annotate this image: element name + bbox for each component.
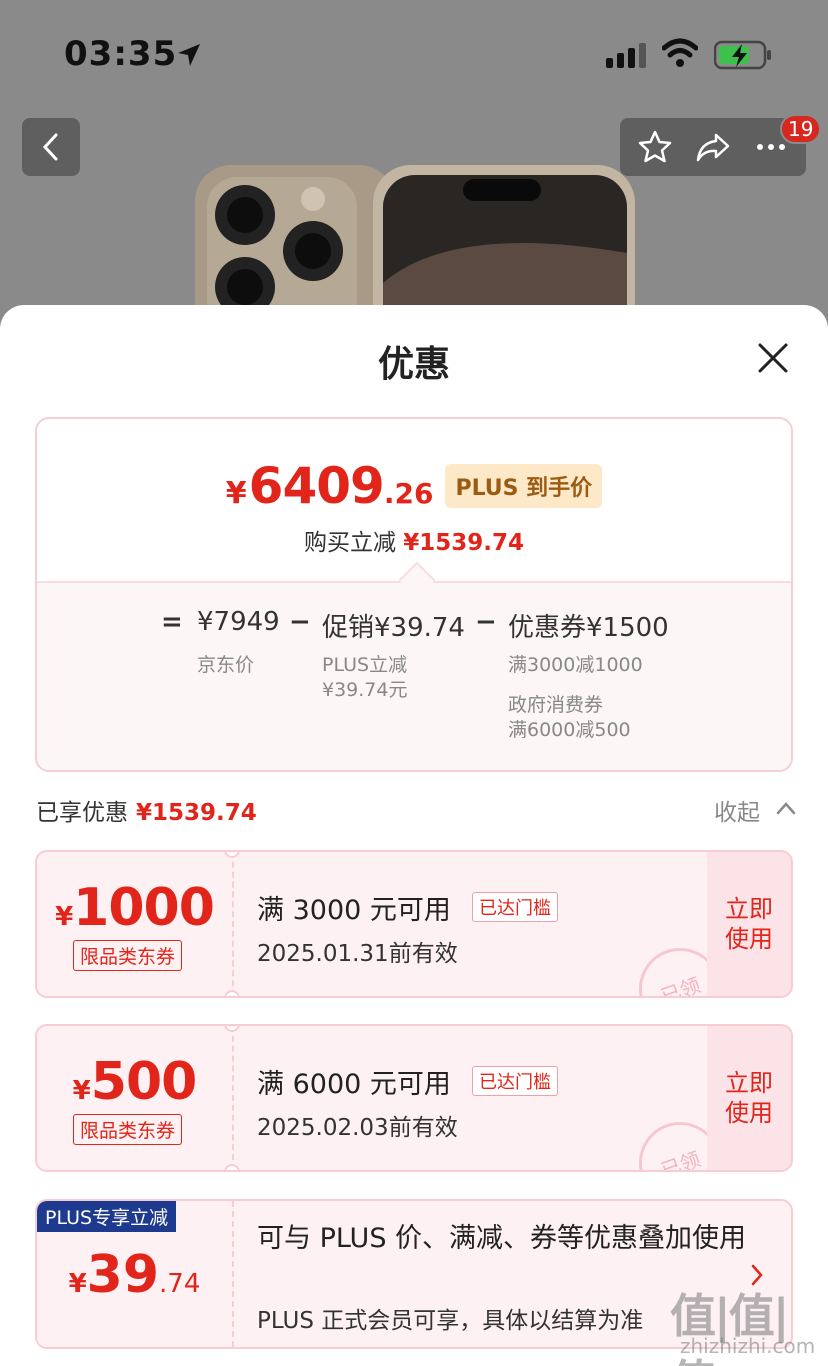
enjoyed-value: ¥1539.74	[136, 800, 257, 826]
use-now-button[interactable]: 立即使用	[724, 894, 774, 954]
coupon-notch-bottom	[224, 990, 240, 996]
status-time: 03:35	[64, 34, 178, 74]
promo-value: 促销¥39.74	[322, 613, 465, 643]
coupon-sub-3: 满6000减500	[508, 719, 631, 741]
coupon-sub-2: 政府消费券	[508, 694, 604, 716]
coupon-expiry: 2025.02.03前有效	[257, 1115, 458, 1141]
jd-price-label: 京东价	[197, 654, 255, 676]
plus-amount-integer: 39	[86, 1245, 160, 1305]
chevron-left-icon	[42, 133, 58, 161]
enjoyed-discount-row: 已享优惠 ¥1539.74	[36, 793, 257, 827]
plus-note: PLUS 正式会员可享，具体以结算为准	[257, 1308, 644, 1334]
chevron-up-icon[interactable]	[776, 801, 796, 815]
coupon-sub-1: 满3000减1000	[508, 654, 643, 676]
coupon-amount: ¥500	[37, 1052, 232, 1112]
back-button[interactable]	[22, 118, 80, 176]
use-now-button[interactable]: 立即使用	[724, 1068, 774, 1128]
cellular-signal-icon	[606, 43, 646, 68]
wifi-icon	[662, 38, 698, 67]
coupon-amount: ¥1000	[37, 878, 232, 938]
use-now-column: 立即使用	[707, 852, 791, 996]
top-action-group	[620, 118, 806, 176]
summary-top: ¥ 6409 .26 PLUS 到手价 购买立减 ¥1539.74	[37, 419, 791, 581]
coupon-notch-top	[224, 852, 240, 858]
final-price: ¥ 6409 .26 PLUS 到手价	[37, 457, 791, 516]
threshold-reached-tag: 已达门槛	[472, 892, 558, 922]
coupon-currency: ¥	[55, 902, 74, 932]
coupon-card[interactable]: ¥1000 限品类东券 满 3000 元可用 已达门槛 2025.01.31前有…	[35, 850, 793, 998]
watermark-site: zhizhizhi.com	[680, 1334, 816, 1358]
coupon-currency: ¥	[72, 1076, 91, 1106]
save-label: 购买立减	[303, 530, 396, 556]
message-badge: 19	[780, 114, 822, 144]
star-icon[interactable]	[637, 129, 673, 165]
plus-divider	[232, 1201, 234, 1347]
price-summary-card: ¥ 6409 .26 PLUS 到手价 购买立减 ¥1539.74 = ¥794…	[35, 417, 793, 772]
equals-sign: =	[161, 607, 183, 637]
plus-discount-amount: ¥39.74	[37, 1245, 232, 1305]
coupon-amount-value: 1000	[73, 878, 215, 938]
plus-exclusive-label: PLUS专享立减	[37, 1201, 177, 1232]
site-watermark: 值|值|值 zhizhizhi.com	[600, 1278, 828, 1366]
close-icon[interactable]	[756, 341, 790, 375]
plus-price-tag: PLUS 到手价	[445, 464, 603, 508]
coupon-condition: 满 6000 元可用	[257, 1069, 451, 1100]
collapse-button[interactable]: 收起	[714, 793, 760, 827]
share-icon[interactable]	[694, 129, 732, 165]
coupon-expiry: 2025.01.31前有效	[257, 941, 458, 967]
coupon-condition: 满 3000 元可用	[257, 895, 451, 926]
battery-icon	[714, 40, 771, 70]
jd-price-value: ¥7949	[197, 607, 280, 637]
plus-amount-decimal: .74	[159, 1269, 201, 1299]
plus-description: 可与 PLUS 价、满减、券等优惠叠加使用	[257, 1223, 747, 1254]
sheet-title: 优惠	[377, 344, 450, 385]
status-bar: 03:35	[0, 0, 828, 110]
coupon-card[interactable]: ¥500 限品类东券 满 6000 元可用 已达门槛 2025.02.03前有效…	[35, 1024, 793, 1172]
enjoyed-label: 已享优惠	[36, 800, 128, 826]
discount-sheet: 优惠 ¥ 6409 .26 PLUS 到手价 购买立减 ¥1539.74 = ¥…	[0, 305, 828, 1366]
price-currency: ¥	[225, 476, 247, 511]
threshold-reached-tag: 已达门槛	[472, 1066, 558, 1096]
coupon-divider	[232, 1026, 234, 1170]
save-value: ¥1539.74	[403, 530, 525, 556]
minus-sign: −	[475, 607, 497, 637]
coupon-divider	[232, 852, 234, 996]
coupon-type-tag: 限品类东券	[73, 1114, 183, 1145]
coupon-amount-value: 500	[90, 1052, 198, 1112]
coupon-type-tag: 限品类东券	[73, 940, 183, 971]
price-integer: 6409	[248, 457, 385, 515]
price-decimal: .26	[383, 477, 434, 510]
promo-sub-1: PLUS立减	[322, 654, 408, 676]
plus-currency: ¥	[68, 1269, 87, 1299]
price-breakdown: = ¥7949 京东价 − 促销¥39.74 PLUS立减 ¥39.74元 − …	[37, 581, 791, 770]
coupon-value: 优惠券¥1500	[508, 613, 669, 643]
coupon-notch-bottom	[224, 1164, 240, 1170]
save-row: 购买立减 ¥1539.74	[37, 523, 791, 557]
promo-sub-2: ¥39.74元	[322, 679, 408, 701]
use-now-column: 立即使用	[707, 1026, 791, 1170]
location-arrow-icon	[178, 44, 200, 66]
minus-sign: −	[289, 607, 311, 637]
coupon-notch-top	[224, 1026, 240, 1032]
